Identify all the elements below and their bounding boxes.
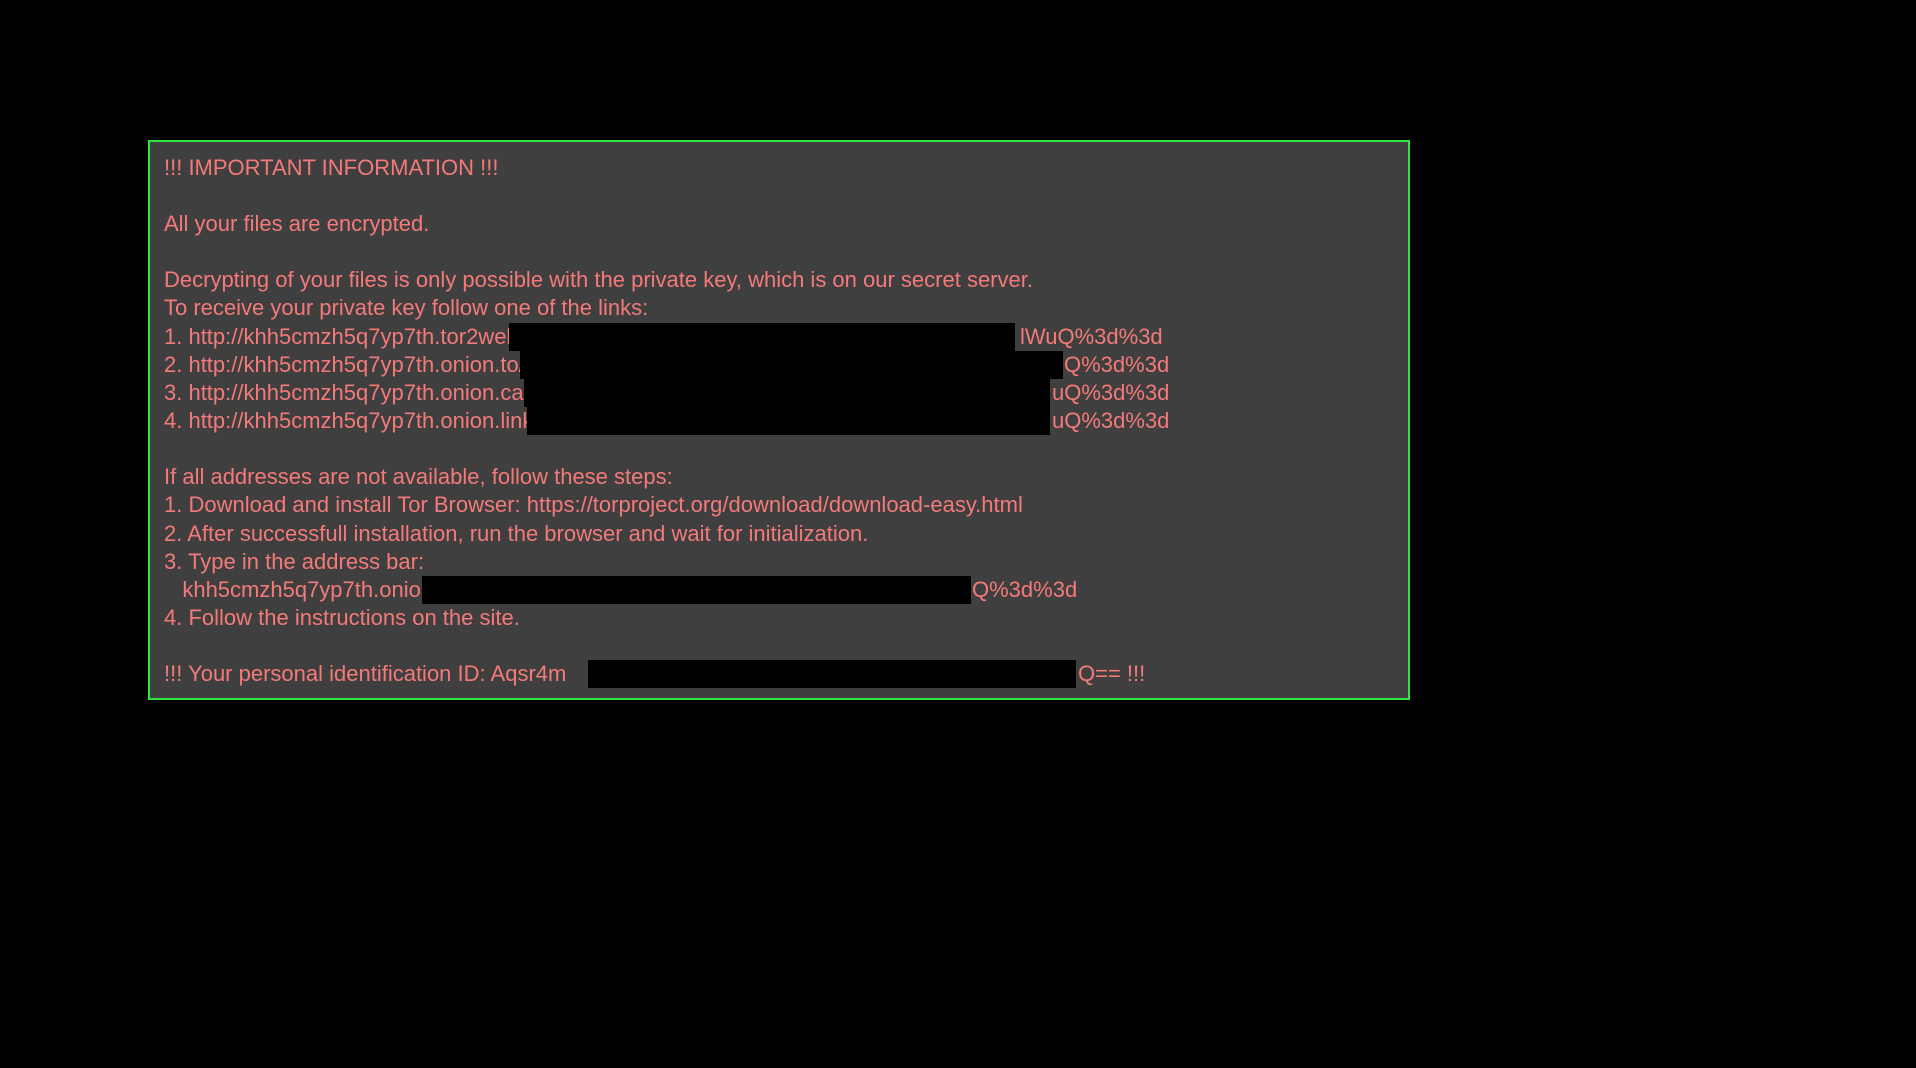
link-1-line: 1. http://khh5cmzh5q7yp7th.tor2web.org/?… xyxy=(164,323,1394,351)
step-1-line: 1. Download and install Tor Browser: htt… xyxy=(164,491,1394,519)
link-2-line: 2. http://khh5cmzh5q7yp7th.onion.to/?id=… xyxy=(164,351,1394,379)
blank-line xyxy=(164,435,1394,463)
redaction-bar xyxy=(422,576,971,604)
link-4-suffix: uQ%3d%3d xyxy=(1052,407,1169,435)
redaction-bar xyxy=(520,351,1063,379)
decrypt-intro-line: Decrypting of your files is only possibl… xyxy=(164,266,1394,294)
redaction-bar xyxy=(524,379,1050,407)
link-3-line: 3. http://khh5cmzh5q7yp7th.onion.cab/?id… xyxy=(164,379,1394,407)
blank-line xyxy=(164,238,1394,266)
link-1-suffix: lWuQ%3d%3d xyxy=(1020,323,1163,351)
step-3-url-line: khh5cmzh5q7yp7th.onion/?id=Aqsr4m Q%3d%3… xyxy=(164,576,1394,604)
blank-line xyxy=(164,632,1394,660)
personal-id-line: !!! Your personal identification ID: Aqs… xyxy=(164,660,1394,688)
step-3-url-suffix: Q%3d%3d xyxy=(972,576,1077,604)
note-header: !!! IMPORTANT INFORMATION !!! xyxy=(164,154,1394,182)
follow-links-line: To receive your private key follow one o… xyxy=(164,294,1394,322)
fallback-intro-line: If all addresses are not available, foll… xyxy=(164,463,1394,491)
link-2-suffix: Q%3d%3d xyxy=(1064,351,1169,379)
step-3-line: 3. Type in the address bar: xyxy=(164,548,1394,576)
step-2-line: 2. After successfull installation, run t… xyxy=(164,520,1394,548)
link-3-suffix: uQ%3d%3d xyxy=(1052,379,1169,407)
redaction-bar xyxy=(527,407,1050,435)
blank-line xyxy=(164,182,1394,210)
link-4-line: 4. http://khh5cmzh5q7yp7th.onion.link/?i… xyxy=(164,407,1394,435)
redaction-bar xyxy=(588,660,1076,688)
ransom-note-panel: !!! IMPORTANT INFORMATION !!! All your f… xyxy=(148,140,1410,700)
personal-id-suffix: Q== !!! xyxy=(1078,660,1145,688)
personal-id-prefix: !!! Your personal identification ID: Aqs… xyxy=(164,661,566,686)
encrypted-line: All your files are encrypted. xyxy=(164,210,1394,238)
redaction-bar xyxy=(509,323,1015,351)
step-4-line: 4. Follow the instructions on the site. xyxy=(164,604,1394,632)
